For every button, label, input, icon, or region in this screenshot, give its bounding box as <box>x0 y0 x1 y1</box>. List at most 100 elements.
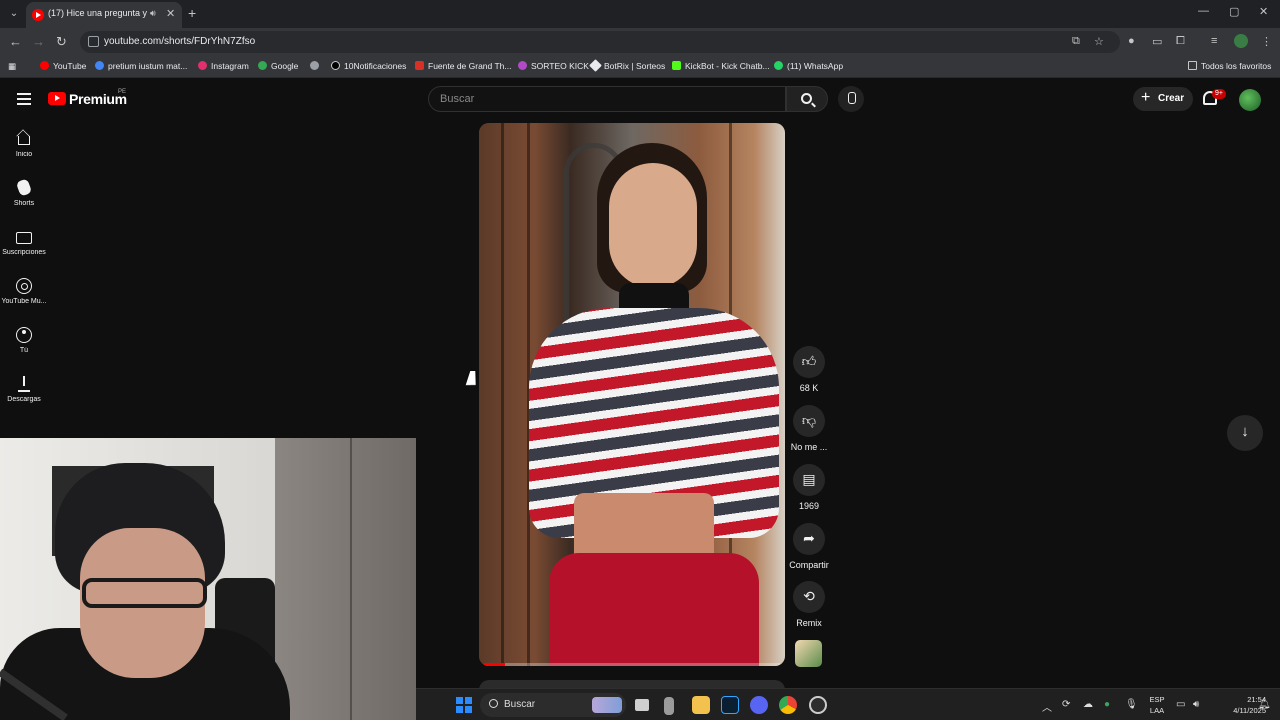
taskbar-app-icon[interactable] <box>664 697 674 715</box>
short-video-player[interactable] <box>479 123 785 666</box>
font-icon <box>415 61 424 70</box>
bookmark-pretium[interactable]: pretium iustum mat... <box>95 61 187 71</box>
chrome-icon[interactable] <box>779 696 797 714</box>
tray-chevron-up-icon[interactable]: ︿ <box>1042 699 1052 714</box>
globe-icon <box>95 61 104 70</box>
you-icon <box>16 327 32 343</box>
youtube-favicon-icon <box>32 9 44 21</box>
windows-taskbar: Buscar ︿ ⟳ ☁︎ ● 🎙︎ ESP LAA ▭ 🔊︎ 21:54 4/… <box>416 688 1280 720</box>
search-button[interactable] <box>786 86 828 112</box>
address-bar[interactable]: youtube.com/shorts/FDrYhN7Zfso ⧉ ☆ <box>80 31 1120 53</box>
account-avatar[interactable] <box>1239 89 1261 111</box>
downloads-icon <box>17 376 31 392</box>
tray-cloud-icon[interactable]: ☁︎ <box>1083 699 1093 710</box>
sidebar-item-label: Descargas <box>7 396 41 403</box>
notification-badge: 9+ <box>1212 89 1226 99</box>
search-icon <box>801 93 812 104</box>
notification-center-icon[interactable]: 🔔︎ <box>1258 699 1271 710</box>
taskbar-search[interactable]: Buscar <box>480 693 626 717</box>
discord-icon[interactable] <box>750 696 768 714</box>
tray-app-icon[interactable]: ● <box>1104 699 1110 710</box>
bookmark-gta-font[interactable]: Fuente de Grand Th... <box>415 61 511 71</box>
speaker-icon[interactable]: 🔊︎ <box>150 8 156 19</box>
video-progress-bar[interactable] <box>484 663 780 666</box>
kickbot-icon <box>672 61 681 70</box>
task-view-icon[interactable] <box>635 699 649 711</box>
create-label: Crear <box>1158 93 1185 104</box>
youtube-logo-icon[interactable] <box>48 92 66 105</box>
taskbar-app-icon[interactable] <box>809 696 827 714</box>
extension-icon[interactable]: ▭ <box>1152 35 1162 48</box>
bookmarks-bar: ▦ YouTube pretium iustum mat... Instagra… <box>0 56 1280 78</box>
search-input[interactable]: Buscar <box>428 86 786 112</box>
sidebar-item-suscripciones[interactable]: Suscripciones <box>0 218 48 266</box>
windows-start-icon[interactable] <box>456 697 472 713</box>
bookmark-kickbot[interactable]: KickBot - Kick Chatb... <box>672 61 770 71</box>
whatsapp-icon <box>774 61 783 70</box>
sidebar-item-label: Suscripciones <box>2 249 46 256</box>
forward-icon[interactable]: → <box>32 34 45 49</box>
remix-icon: ⟲ <box>803 588 815 604</box>
video-door-line <box>501 123 504 666</box>
language-indicator-bottom[interactable]: LAA <box>1147 706 1167 715</box>
maximize-icon[interactable]: ▢ <box>1229 5 1239 18</box>
extensions-puzzle-icon[interactable]: ⧠ <box>1176 35 1185 48</box>
subscriptions-icon <box>16 232 32 244</box>
remix-label: Remix <box>796 618 822 628</box>
sidebar-item-descargas[interactable]: Descargas <box>0 365 48 413</box>
window-close-icon[interactable]: ✕ <box>1259 5 1268 18</box>
sound-thumbnail[interactable] <box>795 640 822 667</box>
create-button[interactable]: + Crear <box>1133 87 1193 111</box>
bookmark-whatsapp[interactable]: (11) WhatsApp <box>774 61 843 71</box>
taskbar-search-label: Buscar <box>504 699 536 710</box>
bookmark-google[interactable]: Google <box>258 61 298 71</box>
cast-icon[interactable]: ⧉ <box>1072 35 1080 48</box>
bookmark-star-icon[interactable]: ☆ <box>1094 35 1104 48</box>
shorts-icon <box>15 178 33 197</box>
bookmark-instagram[interactable]: Instagram <box>198 61 249 71</box>
next-short-button[interactable]: ↓ <box>1227 415 1263 451</box>
new-tab-button[interactable]: + <box>188 5 196 21</box>
youtube-music-icon <box>16 278 32 294</box>
bookmark-youtube[interactable]: YouTube <box>40 61 86 71</box>
sidebar-item-tu[interactable]: Tú <box>0 316 48 364</box>
reload-icon[interactable]: ↻ <box>56 34 67 50</box>
tab-search-icon[interactable]: ⌄ <box>6 6 22 22</box>
tab-close-icon[interactable]: ✕ <box>166 7 175 20</box>
share-label: Compartir <box>789 560 829 570</box>
sidebar-item-inicio[interactable]: Inicio <box>0 120 48 168</box>
tray-sync-icon[interactable]: ⟳ <box>1062 699 1070 710</box>
all-favorites-folder[interactable]: Todos los favoritos <box>1188 61 1271 71</box>
file-explorer-icon[interactable] <box>692 696 710 714</box>
media-control-icon[interactable]: ≡ <box>1211 35 1217 47</box>
sidebar-item-youtube-music[interactable]: YouTube Mu... <box>0 267 48 315</box>
site-info-icon[interactable] <box>88 36 99 47</box>
bookmark-unnamed[interactable] <box>310 61 323 71</box>
home-icon <box>18 136 30 145</box>
profile-avatar[interactable] <box>1234 34 1248 48</box>
back-icon[interactable]: ← <box>9 34 22 49</box>
browser-tab[interactable]: (17) Hice una pregunta y te 🔊︎ ✕ <box>26 2 182 28</box>
webcam-overlay <box>0 438 416 720</box>
browser-toolbar: ← → ↻ youtube.com/shorts/FDrYhN7Zfso ⧉ ☆… <box>0 28 1280 56</box>
tray-mic-icon[interactable]: 🎙︎ <box>1125 699 1138 710</box>
voice-search-icon[interactable] <box>838 86 864 112</box>
apps-grid-icon[interactable]: ▦ <box>8 61 16 72</box>
folder-icon <box>1188 61 1197 70</box>
bookmark-10notificaciones[interactable]: 10Notificaciones <box>331 61 406 71</box>
menu-icon[interactable] <box>17 93 31 105</box>
video-person-red-skirt <box>549 553 759 666</box>
arrow-down-icon: ↓ <box>1241 423 1249 440</box>
language-indicator-top[interactable]: ESP <box>1147 695 1167 704</box>
more-menu-icon[interactable]: ⋮ <box>1261 35 1272 48</box>
photoshop-icon[interactable] <box>721 696 739 714</box>
network-icon[interactable]: ▭ <box>1176 699 1185 710</box>
minimize-icon[interactable]: — <box>1198 5 1209 17</box>
share-arrow-icon: ➦ <box>803 530 815 546</box>
bookmark-botrix[interactable]: BotRix | Sorteos <box>589 59 665 72</box>
sidebar-item-shorts[interactable]: Shorts <box>0 169 48 217</box>
bookmark-sorteo-kick[interactable]: SORTEO KICK <box>518 61 589 71</box>
browser-tab-bar: ⌄ (17) Hice una pregunta y te 🔊︎ ✕ + — ▢… <box>0 0 1280 28</box>
volume-icon[interactable]: 🔊︎ <box>1193 699 1199 710</box>
extension-icon[interactable]: ● <box>1128 35 1135 47</box>
